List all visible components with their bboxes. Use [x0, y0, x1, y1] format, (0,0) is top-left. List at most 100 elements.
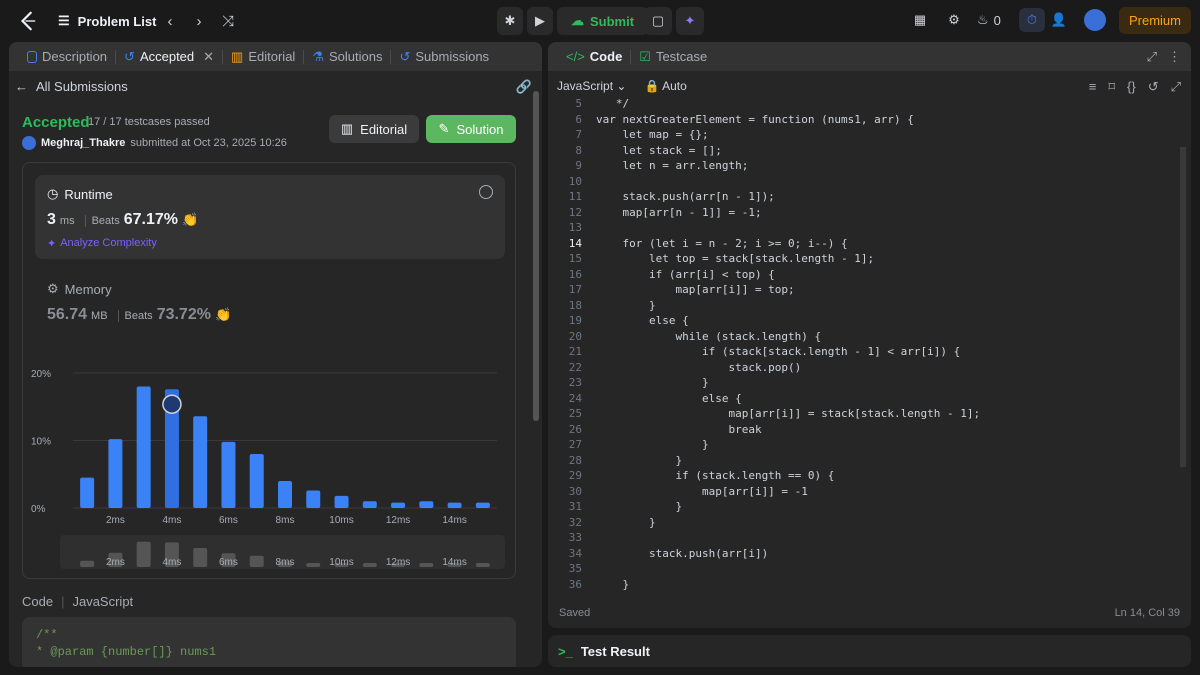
code-line[interactable]: for (let i = n - 2; i >= 0; i--) { — [596, 237, 847, 250]
debug-icon[interactable]: ✱ — [497, 7, 523, 35]
editor-scrollbar[interactable] — [1180, 147, 1186, 467]
code-line[interactable]: } — [596, 516, 656, 529]
tab-testcase[interactable]: ☑ Testcase — [631, 42, 715, 71]
code-line[interactable]: if (arr[i] < top) { — [596, 268, 775, 281]
braces-icon[interactable]: {} — [1127, 79, 1136, 95]
line-number: 24 — [568, 391, 582, 405]
runtime-card[interactable]: ◷ Runtime 3 ms Beats 67.17% 👏 ✦ Analyze … — [35, 175, 505, 259]
share-link-icon[interactable]: 🔗 — [516, 79, 532, 95]
list-icon: ☰ — [58, 13, 70, 28]
close-tab-icon[interactable]: ✕ — [203, 49, 214, 65]
streak-counter[interactable]: ♨ 0 — [977, 11, 1001, 29]
navigator-bar — [249, 555, 264, 567]
leetcode-logo-icon[interactable] — [17, 10, 39, 32]
code-line[interactable]: while (stack.length) { — [596, 330, 821, 343]
next-problem-icon[interactable]: › — [188, 10, 210, 32]
code-line[interactable]: } — [596, 299, 656, 312]
line-number: 11 — [568, 190, 582, 203]
all-submissions-link[interactable]: ← All Submissions — [15, 79, 128, 94]
reset-icon[interactable]: ↺ — [1148, 79, 1159, 95]
line-number: 30 — [568, 484, 582, 498]
history-icon: ↺ — [399, 48, 411, 64]
book-icon: ▥ — [231, 48, 244, 64]
memory-header[interactable]: ⚙ Memory — [47, 281, 112, 297]
navigator-bar — [80, 560, 95, 567]
x-tick-label: 6ms — [219, 515, 238, 526]
code-line[interactable]: stack.push(arr[i]) — [596, 547, 768, 560]
line-number: 14 — [568, 236, 582, 250]
tab-code[interactable]: </> Code — [558, 42, 630, 71]
navigator-bar — [306, 563, 321, 567]
tab-solutions[interactable]: ⚗ Solutions — [304, 42, 390, 71]
code-line[interactable]: let map = {}; — [596, 128, 708, 141]
code-line[interactable]: break — [596, 423, 761, 436]
username[interactable]: Meghraj_Thakre — [41, 137, 125, 149]
runtime-header: ◷ Runtime — [47, 186, 113, 202]
code-line[interactable]: if (stack.length == 0) { — [596, 469, 834, 482]
code-line[interactable]: */ — [596, 97, 629, 110]
code-line[interactable]: map[arr[i]] = -1 — [596, 485, 808, 498]
editorial-button[interactable]: ▥ Editorial — [329, 115, 419, 143]
line-number: 25 — [568, 407, 582, 420]
left-scrollbar[interactable] — [533, 91, 539, 421]
navigator-tick-label: 4ms — [162, 557, 181, 568]
code-line[interactable]: let n = arr.length; — [596, 159, 748, 172]
y-tick-label: 20% — [31, 369, 51, 380]
bookmark-icon[interactable]: ⌑ — [1108, 79, 1115, 95]
code-line[interactable]: let stack = []; — [596, 144, 721, 157]
left-tabs: Description ↺ Accepted ✕ ▥ Editorial ⚗ Solut… — [9, 42, 542, 71]
tab-editorial[interactable]: ▥ Editorial — [223, 42, 303, 71]
code-line[interactable]: map[arr[i]] = stack[stack.length - 1]; — [596, 407, 980, 420]
add-user-icon[interactable]: 👤 — [1050, 11, 1068, 29]
more-options-icon[interactable]: ⋮ — [1168, 49, 1181, 65]
code-line[interactable]: map[arr[n - 1]] = -1; — [596, 206, 761, 219]
line-number: 29 — [568, 469, 582, 482]
layout-icon[interactable]: ▦ — [911, 11, 929, 29]
prev-problem-icon[interactable]: ‹ — [159, 10, 181, 32]
code-line[interactable]: map[arr[i]] = top; — [596, 283, 794, 296]
navigator-tick-label: 12ms — [386, 557, 410, 568]
fullscreen-icon[interactable]: ⤢ — [1171, 79, 1181, 95]
language-select[interactable]: JavaScript ⌄ — [557, 79, 626, 93]
code-line[interactable]: } — [596, 500, 682, 513]
problem-list-button[interactable]: ☰ Problem List — [58, 11, 156, 31]
premium-button[interactable]: Premium — [1119, 7, 1191, 34]
code-icon: </> — [566, 49, 585, 64]
code-line[interactable]: } — [596, 454, 682, 467]
settings-gear-icon[interactable]: ⚙ — [945, 11, 963, 29]
code-line[interactable]: else { — [596, 392, 742, 405]
chart-bar — [221, 441, 236, 508]
code-line[interactable]: let top = stack[stack.length - 1]; — [596, 252, 874, 265]
code-line[interactable]: else { — [596, 314, 689, 327]
solution-button[interactable]: ✎ Solution — [426, 115, 516, 143]
tab-submissions[interactable]: ↺ Submissions — [391, 42, 497, 71]
auto-mode[interactable]: 🔒 Auto — [644, 79, 686, 93]
line-number: 10 — [568, 174, 582, 188]
code-area[interactable]: 5 */ 6 var nextGreaterElement = function (… — [548, 97, 1178, 592]
test-result-panel[interactable]: >_ Test Result — [548, 635, 1191, 667]
notes-icon[interactable]: ▢ — [644, 7, 672, 35]
timer-icon[interactable]: ⏱ — [1019, 8, 1045, 32]
code-line[interactable]: if (stack[stack.length - 1] < arr[i]) { — [596, 345, 960, 358]
y-tick-label: 10% — [31, 437, 51, 448]
submission-panel: Description ↺ Accepted ✕ ▥ Editorial ⚗ Solut… — [9, 42, 542, 667]
run-icon[interactable]: ▶ — [527, 7, 553, 35]
navigator-bar — [136, 541, 151, 567]
analyze-complexity-link[interactable]: ✦ Analyze Complexity — [47, 237, 157, 250]
runtime-distribution-chart: 20% 10% 0% 2ms 4ms 6ms 8ms 10ms 12ms 14ms 2ms 4ms 6m… — [31, 369, 505, 569]
format-icon[interactable]: ≡ — [1089, 79, 1097, 95]
ai-sparkle-icon[interactable]: ✦ — [676, 7, 704, 35]
code-line[interactable]: var nextGreaterElement = function (nums1… — [596, 113, 914, 126]
info-icon[interactable] — [479, 185, 493, 199]
code-line[interactable]: } — [596, 578, 629, 591]
tab-accepted[interactable]: ↺ Accepted ✕ — [116, 42, 222, 71]
user-avatar[interactable] — [1084, 9, 1106, 31]
code-line[interactable]: } — [596, 438, 709, 451]
maximize-icon[interactable]: ⤢ — [1147, 49, 1157, 65]
tab-description[interactable]: Description — [19, 42, 115, 71]
code-line[interactable]: } — [596, 376, 709, 389]
code-line[interactable]: stack.pop() — [596, 361, 801, 374]
code-line[interactable]: stack.push(arr[n - 1]); — [596, 190, 774, 203]
shuffle-icon[interactable]: ⤨ — [217, 10, 239, 32]
submit-button[interactable]: ☁ Submit — [557, 7, 649, 35]
